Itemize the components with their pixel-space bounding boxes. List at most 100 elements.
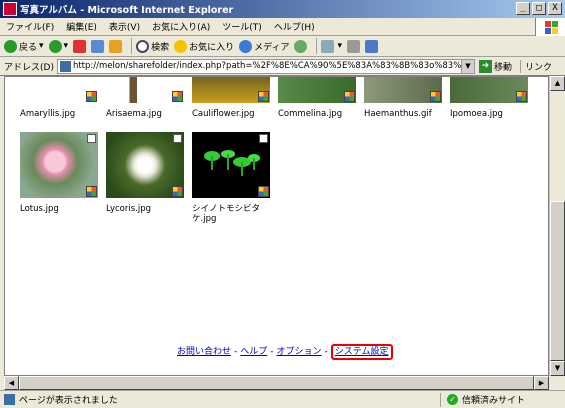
status-message: ページが表示されました	[0, 393, 440, 406]
photo-item[interactable]: Amaryllis.jpg	[20, 77, 98, 119]
scroll-right-icon[interactable]: ▶	[534, 376, 549, 390]
photo-badge-icon	[172, 91, 183, 102]
footer-separator: -	[324, 347, 328, 357]
photo-filename[interactable]: Lotus.jpg	[20, 204, 98, 214]
photo-thumbnail[interactable]	[20, 77, 98, 103]
print-icon[interactable]	[347, 39, 361, 53]
go-arrow-icon: ➜	[478, 59, 492, 73]
photo-thumbnail[interactable]	[106, 132, 184, 198]
media-label: メディア	[254, 42, 290, 53]
photo-item[interactable]: シイノトモシビタケ.jpg	[192, 132, 270, 224]
photo-filename[interactable]: Arisaema.jpg	[106, 109, 184, 119]
mail-icon[interactable]	[321, 39, 335, 53]
window-title: 写真アルバム - Microsoft Internet Explorer	[20, 5, 234, 16]
photo-thumbnail[interactable]	[278, 77, 356, 103]
vertical-scrollbar[interactable]: ▲ ▼	[549, 76, 565, 376]
photo-item[interactable]: Arisaema.jpg	[106, 77, 184, 119]
photo-thumbnail[interactable]	[106, 77, 184, 103]
vertical-scroll-thumb[interactable]	[550, 201, 565, 361]
photo-badge-icon	[86, 186, 97, 197]
select-checkbox[interactable]	[173, 134, 182, 143]
media-button[interactable]: メディア	[239, 39, 290, 53]
history-icon[interactable]	[294, 39, 308, 53]
menu-file[interactable]: ファイル(F)	[0, 20, 60, 33]
contact-link[interactable]: お問い合わせ	[177, 347, 231, 357]
page-icon	[59, 60, 71, 72]
photo-thumbnail[interactable]	[192, 77, 270, 103]
chevron-down-icon[interactable]: ▾	[39, 41, 44, 51]
photo-filename[interactable]: Lycoris.jpg	[106, 204, 184, 214]
address-url: http://melon/sharefolder/index.php?path=…	[72, 61, 474, 71]
menu-edit[interactable]: 編集(E)	[60, 20, 103, 33]
menu-favorites[interactable]: お気に入り(A)	[146, 20, 216, 33]
horizontal-scroll-thumb[interactable]	[19, 376, 534, 390]
photo-filename[interactable]: Commelina.jpg	[278, 109, 356, 119]
status-text: ページが表示されました	[19, 396, 118, 406]
photo-item[interactable]: Lotus.jpg	[20, 132, 98, 214]
maximize-button[interactable]: □	[532, 2, 546, 15]
footer-links: お問い合わせ - ヘルプ - オプション - システム設定	[177, 344, 393, 360]
photo-thumbnail[interactable]	[450, 77, 528, 103]
photo-item[interactable]: Commelina.jpg	[278, 77, 356, 119]
go-label: 移動	[493, 62, 512, 73]
photo-badge-icon	[516, 91, 527, 102]
edit-icon[interactable]	[365, 39, 379, 53]
refresh-icon[interactable]	[91, 39, 105, 53]
app-icon	[3, 2, 17, 16]
minimize-button[interactable]: _	[516, 2, 530, 15]
windows-logo-icon	[535, 18, 565, 36]
window-controls: _ □ X	[516, 2, 562, 15]
home-icon[interactable]	[109, 39, 123, 53]
chevron-down-icon[interactable]: ▾	[337, 41, 342, 51]
photo-filename[interactable]: Ipomoea.jpg	[450, 109, 528, 119]
photo-filename[interactable]: Haemanthus.gif	[364, 109, 442, 119]
close-button[interactable]: X	[548, 2, 562, 15]
photo-thumbnail[interactable]	[364, 77, 442, 103]
search-button[interactable]: 検索	[136, 39, 169, 53]
select-checkbox[interactable]	[259, 134, 268, 143]
footer-separator: -	[270, 347, 274, 357]
menu-help[interactable]: ヘルプ(H)	[268, 20, 321, 33]
photo-item[interactable]: Lycoris.jpg	[106, 132, 184, 214]
address-input[interactable]: http://melon/sharefolder/index.php?path=…	[56, 58, 475, 74]
links-button[interactable]: リンク	[519, 59, 552, 73]
photo-badge-icon	[86, 91, 97, 102]
go-button[interactable]: ➜ 移動	[478, 59, 512, 73]
photo-filename[interactable]: Cauliflower.jpg	[192, 109, 270, 119]
menu-view[interactable]: 表示(V)	[103, 20, 146, 33]
settings-link-highlight: システム設定	[330, 344, 393, 360]
toolbar: 戻る ▾ ▾ 検索 お気に入り メディア ▾	[0, 36, 565, 57]
photo-item[interactable]: Cauliflower.jpg	[192, 77, 270, 119]
photo-filename[interactable]: Amaryllis.jpg	[20, 109, 98, 119]
scroll-left-icon[interactable]: ◀	[4, 376, 19, 390]
menu-bar: ファイル(F) 編集(E) 表示(V) お気に入り(A) ツール(T) ヘルプ(…	[0, 18, 565, 36]
scroll-up-icon[interactable]: ▲	[550, 76, 565, 91]
photo-item[interactable]: Ipomoea.jpg	[450, 77, 528, 119]
toolbar-divider	[316, 38, 318, 54]
options-link[interactable]: オプション	[277, 347, 322, 357]
forward-button[interactable]: ▾	[48, 39, 69, 53]
search-icon	[136, 39, 150, 53]
toolbar-divider	[131, 38, 133, 54]
title-bar: 写真アルバム - Microsoft Internet Explorer _ □…	[0, 0, 565, 18]
photo-filename[interactable]: シイノトモシビタケ.jpg	[192, 204, 270, 224]
scroll-down-icon[interactable]: ▼	[550, 361, 565, 376]
photo-badge-icon	[258, 91, 269, 102]
back-button[interactable]: 戻る ▾	[4, 39, 44, 53]
favorites-button[interactable]: お気に入り	[174, 39, 234, 53]
menu-tools[interactable]: ツール(T)	[216, 20, 268, 33]
photo-badge-icon	[172, 186, 183, 197]
zone-text: 信頼済みサイト	[462, 396, 526, 406]
horizontal-scrollbar[interactable]: ◀ ▶	[4, 376, 549, 390]
chevron-down-icon[interactable]: ▼	[460, 59, 474, 73]
select-checkbox[interactable]	[87, 134, 96, 143]
photo-thumbnail[interactable]	[20, 132, 98, 198]
stop-icon[interactable]	[73, 39, 87, 53]
photo-item[interactable]: Haemanthus.gif	[364, 77, 442, 119]
security-zone[interactable]: ✓ 信頼済みサイト	[440, 392, 526, 407]
help-link[interactable]: ヘルプ	[240, 347, 267, 357]
system-settings-link[interactable]: システム設定	[335, 347, 389, 357]
page-icon	[4, 394, 15, 405]
photo-thumbnail[interactable]	[192, 132, 270, 198]
chevron-down-icon[interactable]: ▾	[64, 41, 69, 51]
